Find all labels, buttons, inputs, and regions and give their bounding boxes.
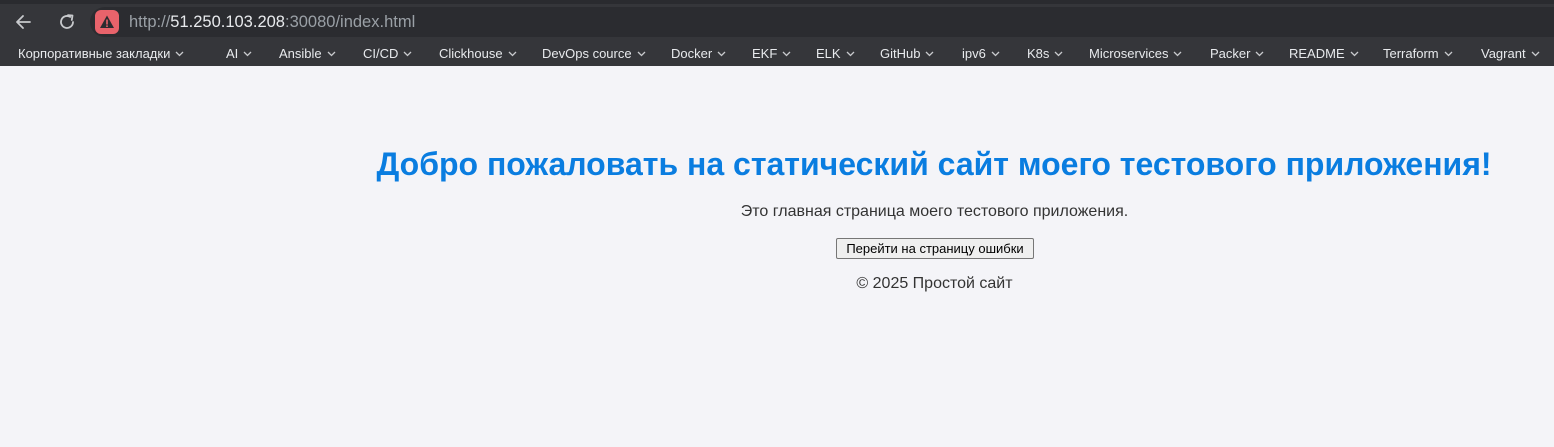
bookmark-label: AI — [226, 46, 239, 61]
window-top-edge — [0, 0, 1554, 4]
url-host: 51.250.103.208 — [170, 13, 285, 31]
chevron-down-icon — [991, 40, 1000, 65]
bookmark-folder[interactable]: K8s — [1027, 41, 1063, 66]
bookmark-folder[interactable]: README — [1289, 41, 1359, 66]
browser-chrome: http://51.250.103.208:30080/index.html К… — [0, 0, 1554, 66]
bookmark-label: Clickhouse — [439, 46, 503, 61]
bookmark-folder[interactable]: Vagrant — [1481, 41, 1540, 66]
chevron-down-icon — [508, 40, 517, 65]
bookmark-folder[interactable]: GitHub — [880, 41, 934, 66]
bookmark-folder[interactable]: EKF — [752, 41, 791, 66]
chevron-down-icon — [717, 40, 726, 65]
bookmark-label: Packer — [1210, 46, 1251, 61]
bookmark-label: README — [1289, 46, 1345, 61]
bookmark-label: Docker — [671, 46, 713, 61]
chevron-down-icon — [782, 40, 791, 65]
bookmark-folder[interactable]: AI — [226, 41, 252, 66]
chevron-down-icon — [243, 40, 252, 65]
bookmark-folder[interactable]: CI/CD — [363, 41, 412, 66]
bookmark-folder[interactable]: ELK — [816, 41, 855, 66]
bookmark-label: Vagrant — [1481, 46, 1526, 61]
bookmark-label: Microservices — [1089, 46, 1169, 61]
bookmark-folder[interactable]: DevOps cource — [542, 41, 646, 66]
chevron-down-icon — [1531, 40, 1540, 65]
bookmark-label: Terraform — [1383, 46, 1439, 61]
bookmark-label: K8s — [1027, 46, 1050, 61]
bookmarks-bar: Корпоративные закладки AI Ansible CI/CD Clic… — [0, 41, 1554, 66]
not-secure-warning-icon[interactable] — [95, 10, 119, 34]
chevron-down-icon — [846, 40, 855, 65]
bookmark-label: EKF — [752, 46, 778, 61]
chevron-down-icon — [403, 40, 412, 65]
bookmark-label: ELK — [816, 46, 841, 61]
bookmark-label: GitHub — [880, 46, 921, 61]
error-page-button[interactable]: Перейти на страницу ошибки — [836, 238, 1034, 259]
chevron-down-icon — [1173, 40, 1182, 65]
page-content: Добро пожаловать на статический сайт мое… — [0, 66, 1554, 447]
bookmark-folder[interactable]: Ansible — [279, 41, 336, 66]
chevron-down-icon — [175, 40, 184, 65]
page-footer: © 2025 Простой сайт — [856, 275, 1013, 292]
bookmark-label: ipv6 — [962, 46, 986, 61]
url-scheme: http:// — [129, 13, 171, 31]
chevron-down-icon — [1054, 40, 1063, 65]
chevron-down-icon — [1444, 40, 1453, 65]
reload-button[interactable] — [55, 10, 79, 34]
chevron-down-icon — [1255, 40, 1264, 65]
chevron-down-icon — [1350, 40, 1359, 65]
bookmark-folder[interactable]: Docker — [671, 41, 726, 66]
chevron-down-icon — [637, 40, 646, 65]
bookmark-folder[interactable]: ipv6 — [962, 41, 1000, 66]
bookmark-label: CI/CD — [363, 46, 399, 61]
page-subtitle: Это главная страница моего тестового при… — [740, 203, 1129, 220]
bookmark-folder[interactable]: Microservices — [1089, 41, 1182, 66]
chevron-down-icon — [327, 40, 336, 65]
chevron-down-icon — [925, 40, 934, 65]
page-heading: Добро пожаловать на статический сайт мое… — [376, 146, 1492, 182]
bookmark-label: Ansible — [279, 46, 322, 61]
bookmark-folder[interactable]: Terraform — [1383, 41, 1453, 66]
url-text[interactable]: http://51.250.103.208:30080/index.html — [129, 11, 415, 33]
reload-icon — [57, 12, 77, 32]
bookmark-label: Корпоративные закладки — [18, 46, 171, 61]
url-path: :30080/index.html — [284, 13, 416, 31]
bookmark-folder[interactable]: Packer — [1210, 41, 1264, 66]
bookmark-folder[interactable]: Clickhouse — [439, 41, 517, 66]
bookmark-folder[interactable]: Корпоративные закладки — [18, 41, 184, 66]
arrow-left-icon — [13, 12, 33, 32]
bookmark-label: DevOps cource — [542, 46, 632, 61]
back-button[interactable] — [11, 10, 35, 34]
